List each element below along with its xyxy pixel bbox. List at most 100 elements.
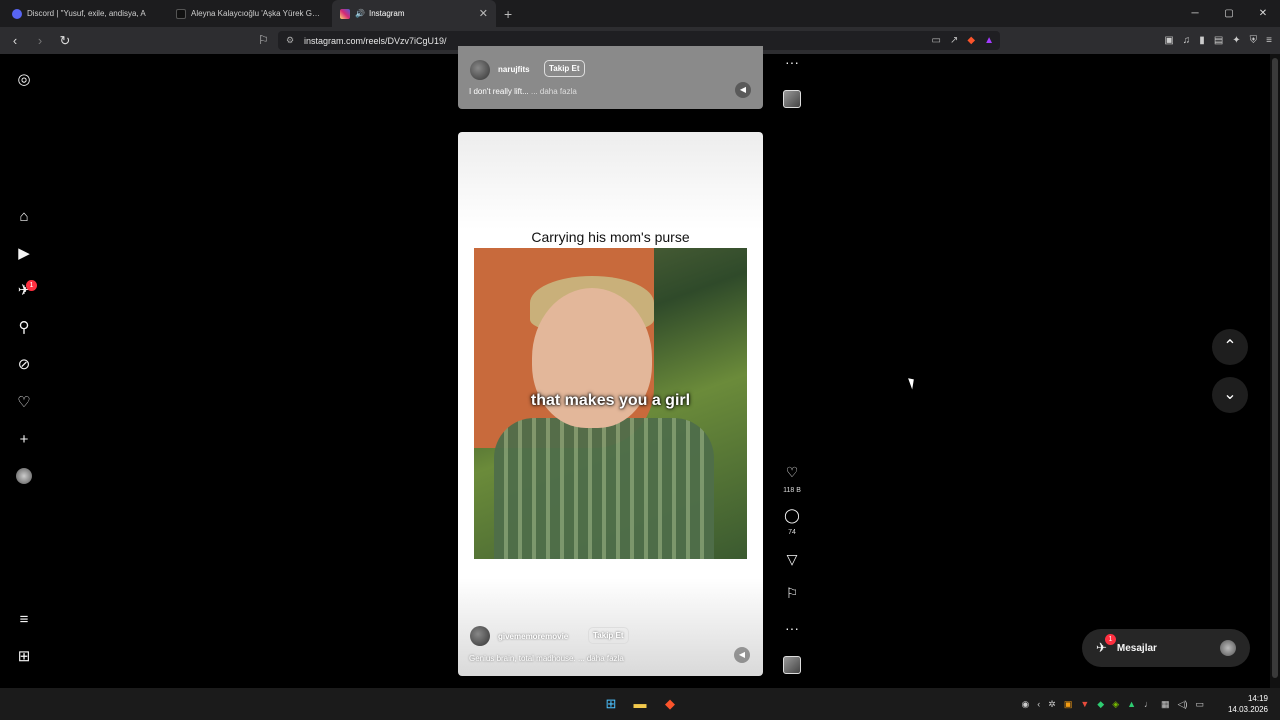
reel-caption: Genius brain, total madhouse. ... daha f… <box>469 654 624 663</box>
brave-shields-icon[interactable]: ◆ <box>967 35 975 46</box>
tray-chevron-icon[interactable]: ‹ <box>1037 699 1040 709</box>
reel-username[interactable]: givememoremovie <box>498 632 568 641</box>
explore-icon[interactable]: ⊘ <box>14 354 34 374</box>
reel-current[interactable]: Carrying his mom's purse that makes you … <box>458 132 763 676</box>
close-tab-icon[interactable]: ✕ <box>479 7 488 20</box>
share-icon[interactable]: ▽ <box>780 551 804 568</box>
network-icon[interactable]: ▦ <box>1161 699 1170 710</box>
like-count: 118 B <box>783 487 801 494</box>
more-link[interactable]: ... daha fazla <box>578 654 624 663</box>
windows-start-icon[interactable]: ⊞ <box>603 696 619 712</box>
previous-reel-button[interactable]: ⌃ <box>1212 329 1248 365</box>
vpn-icon[interactable]: ⛨ <box>1250 35 1258 46</box>
create-icon[interactable]: + <box>14 429 34 449</box>
messages-badge: 1 <box>1105 634 1116 645</box>
messages-icon: ✈ 1 <box>1096 634 1116 656</box>
tray-app-icon[interactable]: ▣ <box>1064 699 1073 710</box>
leo-ai-icon[interactable]: ✦ <box>1232 35 1240 46</box>
windows-taskbar: ⊞ ▬ ◆ ◉ ‹ ✲ ▣ ▼ ◆ ◈ ▲ ♩ ▦ ◁) ▭ 14:19 14.… <box>0 688 1280 720</box>
avatar[interactable] <box>470 626 490 646</box>
messages-button[interactable]: ✈ 1 Mesajlar <box>1082 629 1250 667</box>
window-controls: ─ ▢ ✕ <box>1178 0 1280 27</box>
tab-label: Discord | "Yusuf, exile, andisya, A <box>27 9 146 18</box>
tab-tiktok[interactable]: Aleyna Kalaycıoğlu 'Aşka Yürek Gerek <box>168 0 332 27</box>
sidebar-toggle-icon[interactable]: ▮ <box>1199 35 1205 46</box>
reel-previous[interactable]: narujfits Takip Et I don't really lift..… <box>458 46 763 109</box>
reels-icon[interactable]: ▶ <box>14 243 34 263</box>
volume-icon[interactable]: ◀ <box>735 82 751 98</box>
comment-count: 74 <box>788 529 796 536</box>
minimize-button[interactable]: ─ <box>1178 0 1212 27</box>
share-icon[interactable]: ↗ <box>950 35 958 46</box>
reel-username[interactable]: narujfits <box>498 65 530 74</box>
instagram-page: ◎ ⌂ ▶ ✈ 1 ⚲ ⊘ ♡ + ≡ ⊞ narujfits Takip Et… <box>0 46 1280 688</box>
search-icon[interactable]: ⚲ <box>14 317 34 337</box>
tray-app-icon[interactable]: ✲ <box>1048 699 1056 710</box>
save-bookmark-icon[interactable]: ⚐ <box>780 585 804 602</box>
battery-icon[interactable]: ▭ <box>1195 699 1204 710</box>
tray-app-icon[interactable]: ◉ <box>1021 699 1029 710</box>
mouse-cursor <box>908 376 917 390</box>
instagram-logo-icon[interactable]: ◎ <box>14 69 34 89</box>
cast-icon[interactable]: ▭ <box>932 35 941 46</box>
page-scrollbar[interactable] <box>1270 54 1280 688</box>
site-info-icon[interactable]: ⚙ <box>282 35 298 46</box>
reload-icon[interactable]: ↻ <box>55 33 75 49</box>
notifications-heart-icon[interactable]: ♡ <box>14 392 34 412</box>
screenshot-icon[interactable]: ▣ <box>1164 35 1173 46</box>
audio-playing-icon: 🔊 <box>355 9 365 18</box>
new-tab-button[interactable]: + <box>504 6 512 22</box>
tab-label: Aleyna Kalaycıoğlu 'Aşka Yürek Gerek <box>191 9 324 18</box>
tray-app-icon[interactable]: ◆ <box>1097 699 1104 710</box>
messages-label: Mesajlar <box>1116 642 1157 654</box>
tab-discord[interactable]: Discord | "Yusuf, exile, andisya, A <box>4 0 168 27</box>
like-heart-icon[interactable]: ♡ <box>780 464 804 481</box>
brave-rewards-icon[interactable]: ▲ <box>984 35 994 46</box>
url-text: instagram.com/reels/DVzv7iCgU19/ <box>304 35 447 46</box>
clock-time: 14:19 <box>1247 694 1268 703</box>
volume-icon[interactable]: ◁) <box>1178 699 1188 710</box>
sidebar-nav: ◎ ⌂ ▶ ✈ 1 ⚲ ⊘ ♡ + ≡ ⊞ <box>0 54 48 688</box>
comment-icon[interactable]: ◯ <box>780 507 804 524</box>
tray-app-icon[interactable]: ▼ <box>1080 699 1089 709</box>
forward-icon[interactable]: › <box>30 33 50 48</box>
wallet-icon[interactable]: ▤ <box>1214 35 1223 46</box>
bookmark-icon[interactable]: ⚐ <box>258 33 269 47</box>
maximize-button[interactable]: ▢ <box>1212 0 1246 27</box>
brave-browser-icon[interactable]: ◆ <box>662 696 678 712</box>
avatar[interactable] <box>470 60 490 80</box>
file-explorer-icon[interactable]: ▬ <box>632 696 648 712</box>
address-bar-icons: ▭ ↗ ◆ ▲ <box>932 31 994 50</box>
follow-button[interactable]: Takip Et <box>588 627 629 644</box>
tab-label: Instagram <box>368 9 405 18</box>
profile-avatar[interactable] <box>14 466 34 486</box>
clock-date: 14.03.2026 <box>1227 705 1268 714</box>
more-menu-icon[interactable]: ≡ <box>14 609 34 629</box>
tab-instagram[interactable]: 🔊 Instagram ✕ <box>332 0 496 27</box>
audio-thumbnail[interactable] <box>783 656 801 674</box>
media-icon[interactable]: ♫ <box>1183 35 1191 46</box>
next-reel-button[interactable]: ⌄ <box>1212 377 1248 413</box>
follow-button[interactable]: Takip Et <box>544 60 585 77</box>
caption-text: Genius brain, total madhouse. <box>469 654 576 663</box>
tab-bar: Discord | "Yusuf, exile, andisya, A Aley… <box>0 0 1280 27</box>
more-options-icon[interactable]: ··· <box>780 620 804 636</box>
audio-thumbnail[interactable] <box>783 90 801 108</box>
video-subtitle: that makes you a girl <box>530 392 691 409</box>
tray-app-icon[interactable]: ▲ <box>1127 699 1136 709</box>
more-options-icon[interactable]: ··· <box>780 54 804 70</box>
messages-badge: 1 <box>26 280 37 291</box>
volume-icon[interactable]: ◀ <box>734 647 750 663</box>
tray-app-icon[interactable]: ◈ <box>1112 699 1119 710</box>
back-icon[interactable]: ‹ <box>5 33 25 48</box>
close-window-button[interactable]: ✕ <box>1246 0 1280 27</box>
also-from-meta-icon[interactable]: ⊞ <box>14 646 34 666</box>
microphone-icon[interactable]: ♩ <box>1144 699 1153 709</box>
taskbar-clock[interactable]: 14:19 14.03.2026 <box>1228 693 1268 715</box>
menu-icon[interactable]: ≡ <box>1266 35 1272 46</box>
more-link[interactable]: ... daha fazla <box>531 87 577 96</box>
home-icon[interactable]: ⌂ <box>14 206 34 226</box>
video-frame[interactable]: that makes you a girl <box>474 248 747 559</box>
scrollbar-thumb[interactable] <box>1272 58 1278 678</box>
toolbar-right: ▣ ♫ ▮ ▤ ✦ ⛨ ≡ <box>1164 27 1272 54</box>
